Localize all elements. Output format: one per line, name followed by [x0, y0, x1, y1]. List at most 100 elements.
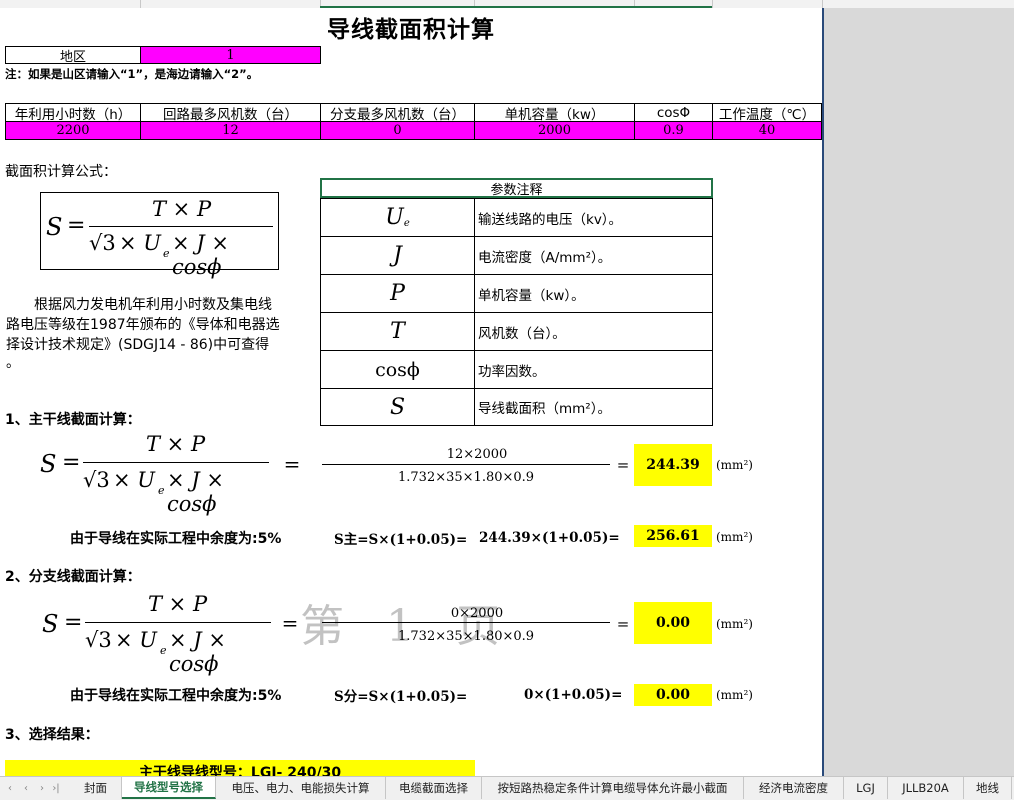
main-calc-result-equals: =: [616, 456, 630, 474]
legend-desc-p[interactable]: 单机容量（kw）。: [474, 274, 713, 313]
column-divider[interactable]: [822, 0, 823, 8]
formula-den-tail: × J × cosϕ: [172, 231, 229, 279]
nav-prev-icon[interactable]: ‹: [18, 777, 34, 799]
formula-eq: =: [67, 213, 86, 238]
main-calc-equals: =: [283, 452, 301, 476]
branch-calc-denominator[interactable]: 1.732×35×1.80×0.9: [320, 626, 634, 646]
formula-box: S = T × P √3 × U e × J × cosϕ: [40, 192, 279, 279]
branch-calc-numerator[interactable]: 0×2000: [320, 603, 634, 623]
branch-calc-result[interactable]: 0.00: [634, 602, 712, 644]
sheet-tab-bar: ‹ ‹ › ›| 封面 导线型号选择 电压、电力、电能损失计算 电缆截面选择 按…: [0, 776, 1014, 800]
param-header-hours[interactable]: 年利用小时数（h）: [5, 103, 141, 122]
legend-desc-cosphi[interactable]: 功率因数。: [474, 350, 713, 389]
main-calc-result[interactable]: 244.39: [634, 444, 712, 486]
column-divider[interactable]: [712, 0, 713, 8]
main-formula-sub: e: [158, 484, 165, 497]
branch-calc-formula: S = T × P √3 × U e × J × cosϕ: [40, 586, 275, 676]
legend-symbol-sub: e: [403, 218, 410, 229]
worksheet[interactable]: 导线截面积计算 地区 1 注：如果是山区请输入“1”，是海边请输入“2”。 年利…: [0, 8, 822, 776]
selection-main-type[interactable]: 主干线导线型号：LGJ- 240/30: [5, 760, 475, 776]
param-value-unit-capacity[interactable]: 2000: [474, 121, 635, 140]
branch-formula-num: T × P: [148, 592, 208, 616]
legend-symbol-j[interactable]: J: [320, 236, 475, 275]
branch-formula-sub: e: [160, 644, 167, 657]
param-header-max-turbines[interactable]: 回路最多风机数（台）: [140, 103, 321, 122]
param-value-temperature[interactable]: 40: [712, 121, 822, 140]
formula-fraction-line: [89, 226, 273, 227]
branch-calc-result-equals: =: [616, 615, 630, 633]
param-header-temperature[interactable]: 工作温度（℃）: [712, 103, 822, 122]
legend-desc-j[interactable]: 电流密度（A/mm²）。: [474, 236, 713, 275]
formula-den-u: × U: [119, 231, 161, 255]
main-calc-fraction-line: [322, 464, 610, 465]
description-line-2: 路电压等级在1987年颁布的《导体和电器选: [6, 317, 280, 333]
formula-s: S: [46, 213, 63, 241]
outside-print-area: [824, 8, 1014, 776]
nav-first-icon[interactable]: ‹: [2, 777, 18, 799]
tab-short-circuit[interactable]: 按短路热稳定条件计算电缆导体允许最小截面: [482, 777, 744, 799]
branch-formula-eq: =: [64, 610, 83, 635]
branch-margin-unit: (mm²): [716, 688, 753, 702]
main-margin-label: 由于导线在实际工程中余度为:5%: [70, 531, 282, 547]
legend-symbol-s[interactable]: S: [320, 388, 475, 426]
legend-desc-ue[interactable]: 输送线路的电压（kv）。: [474, 198, 713, 237]
legend-symbol-u: U: [385, 205, 404, 230]
main-formula-u: × U: [113, 468, 155, 492]
main-calc-denominator[interactable]: 1.732×35×1.80×0.9: [320, 467, 634, 487]
param-header-cosphi[interactable]: cosΦ: [634, 103, 713, 122]
branch-calc-unit: (mm²): [716, 617, 753, 631]
formula-numerator: T × P: [152, 197, 212, 221]
description-line-4: 。: [6, 355, 20, 371]
description-line-3: 择设计技术规定》(SDGJ14 - 86)中可查得: [6, 337, 270, 353]
main-margin-unit: (mm²): [716, 530, 753, 544]
param-value-hours[interactable]: 2200: [5, 121, 141, 140]
main-formula-s: S: [40, 450, 57, 478]
legend-desc-t[interactable]: 风机数（台）。: [474, 312, 713, 351]
branch-margin-label: 由于导线在实际工程中余度为:5%: [70, 688, 282, 704]
tab-jllb20a[interactable]: JLLB20A: [888, 777, 964, 799]
branch-formula-s: S: [42, 610, 59, 638]
main-formula-eq: =: [62, 450, 81, 475]
branch-calc-heading: 2、分支线截面计算：: [5, 569, 141, 585]
branch-margin-result[interactable]: 0.00: [634, 684, 712, 706]
branch-margin-formula: S分=S×(1+0.05)=: [334, 689, 468, 705]
branch-formula-sqrt: √3: [85, 628, 112, 652]
tab-cable-section[interactable]: 电缆截面选择: [386, 777, 482, 799]
param-header-branch-turbines[interactable]: 分支最多风机数（台）: [320, 103, 475, 122]
formula-den-sub: e: [163, 247, 170, 260]
page-title: 导线截面积计算: [327, 17, 495, 43]
branch-formula-u: × U: [115, 628, 157, 652]
region-label[interactable]: 地区: [5, 46, 141, 64]
region-input[interactable]: 1: [140, 46, 321, 64]
tab-wire-type[interactable]: 导线型号选择: [122, 777, 216, 799]
selection-heading: 3、选择结果：: [5, 727, 99, 743]
main-calc-unit: (mm²): [716, 458, 753, 472]
legend-symbol-cosphi[interactable]: cosϕ: [320, 350, 475, 389]
tab-voltage-loss[interactable]: 电压、电力、电能损失计算: [216, 777, 386, 799]
param-value-max-turbines[interactable]: 12: [140, 121, 321, 140]
column-divider[interactable]: [140, 0, 141, 8]
branch-margin-expr: 0×(1+0.05)=: [524, 687, 623, 703]
nav-last-icon[interactable]: ›|: [48, 777, 64, 799]
branch-formula-tail: × J × cosϕ: [169, 628, 226, 676]
tab-economic-density[interactable]: 经济电流密度: [744, 777, 844, 799]
legend-desc-s[interactable]: 导线截面积（mm²）。: [474, 388, 713, 426]
tab-ground-wire[interactable]: 地线: [964, 777, 1012, 799]
param-header-unit-capacity[interactable]: 单机容量（kw）: [474, 103, 635, 122]
main-formula-sqrt: √3: [83, 468, 110, 492]
legend-symbol-t[interactable]: T: [320, 312, 475, 351]
legend-symbol-p[interactable]: P: [320, 274, 475, 313]
legend-symbol-ue[interactable]: Ue: [320, 198, 475, 237]
tab-lgj[interactable]: LGJ: [844, 777, 888, 799]
main-margin-result[interactable]: 256.61: [634, 525, 712, 547]
main-calc-numerator[interactable]: 12×2000: [320, 444, 634, 464]
description-line-1: 根据风力发电机年利用小时数及集电线: [6, 297, 272, 313]
tab-cover[interactable]: 封面: [70, 777, 122, 799]
main-formula-tail: × J × cosϕ: [167, 468, 224, 516]
param-value-branch-turbines[interactable]: 0: [320, 121, 475, 140]
param-value-cosphi[interactable]: 0.9: [634, 121, 713, 140]
main-formula-num: T × P: [146, 432, 206, 456]
formula-sqrt3: √3: [89, 231, 116, 255]
main-margin-expr: 244.39×(1+0.05)=: [479, 530, 620, 546]
legend-header[interactable]: 参数注释: [320, 178, 713, 198]
